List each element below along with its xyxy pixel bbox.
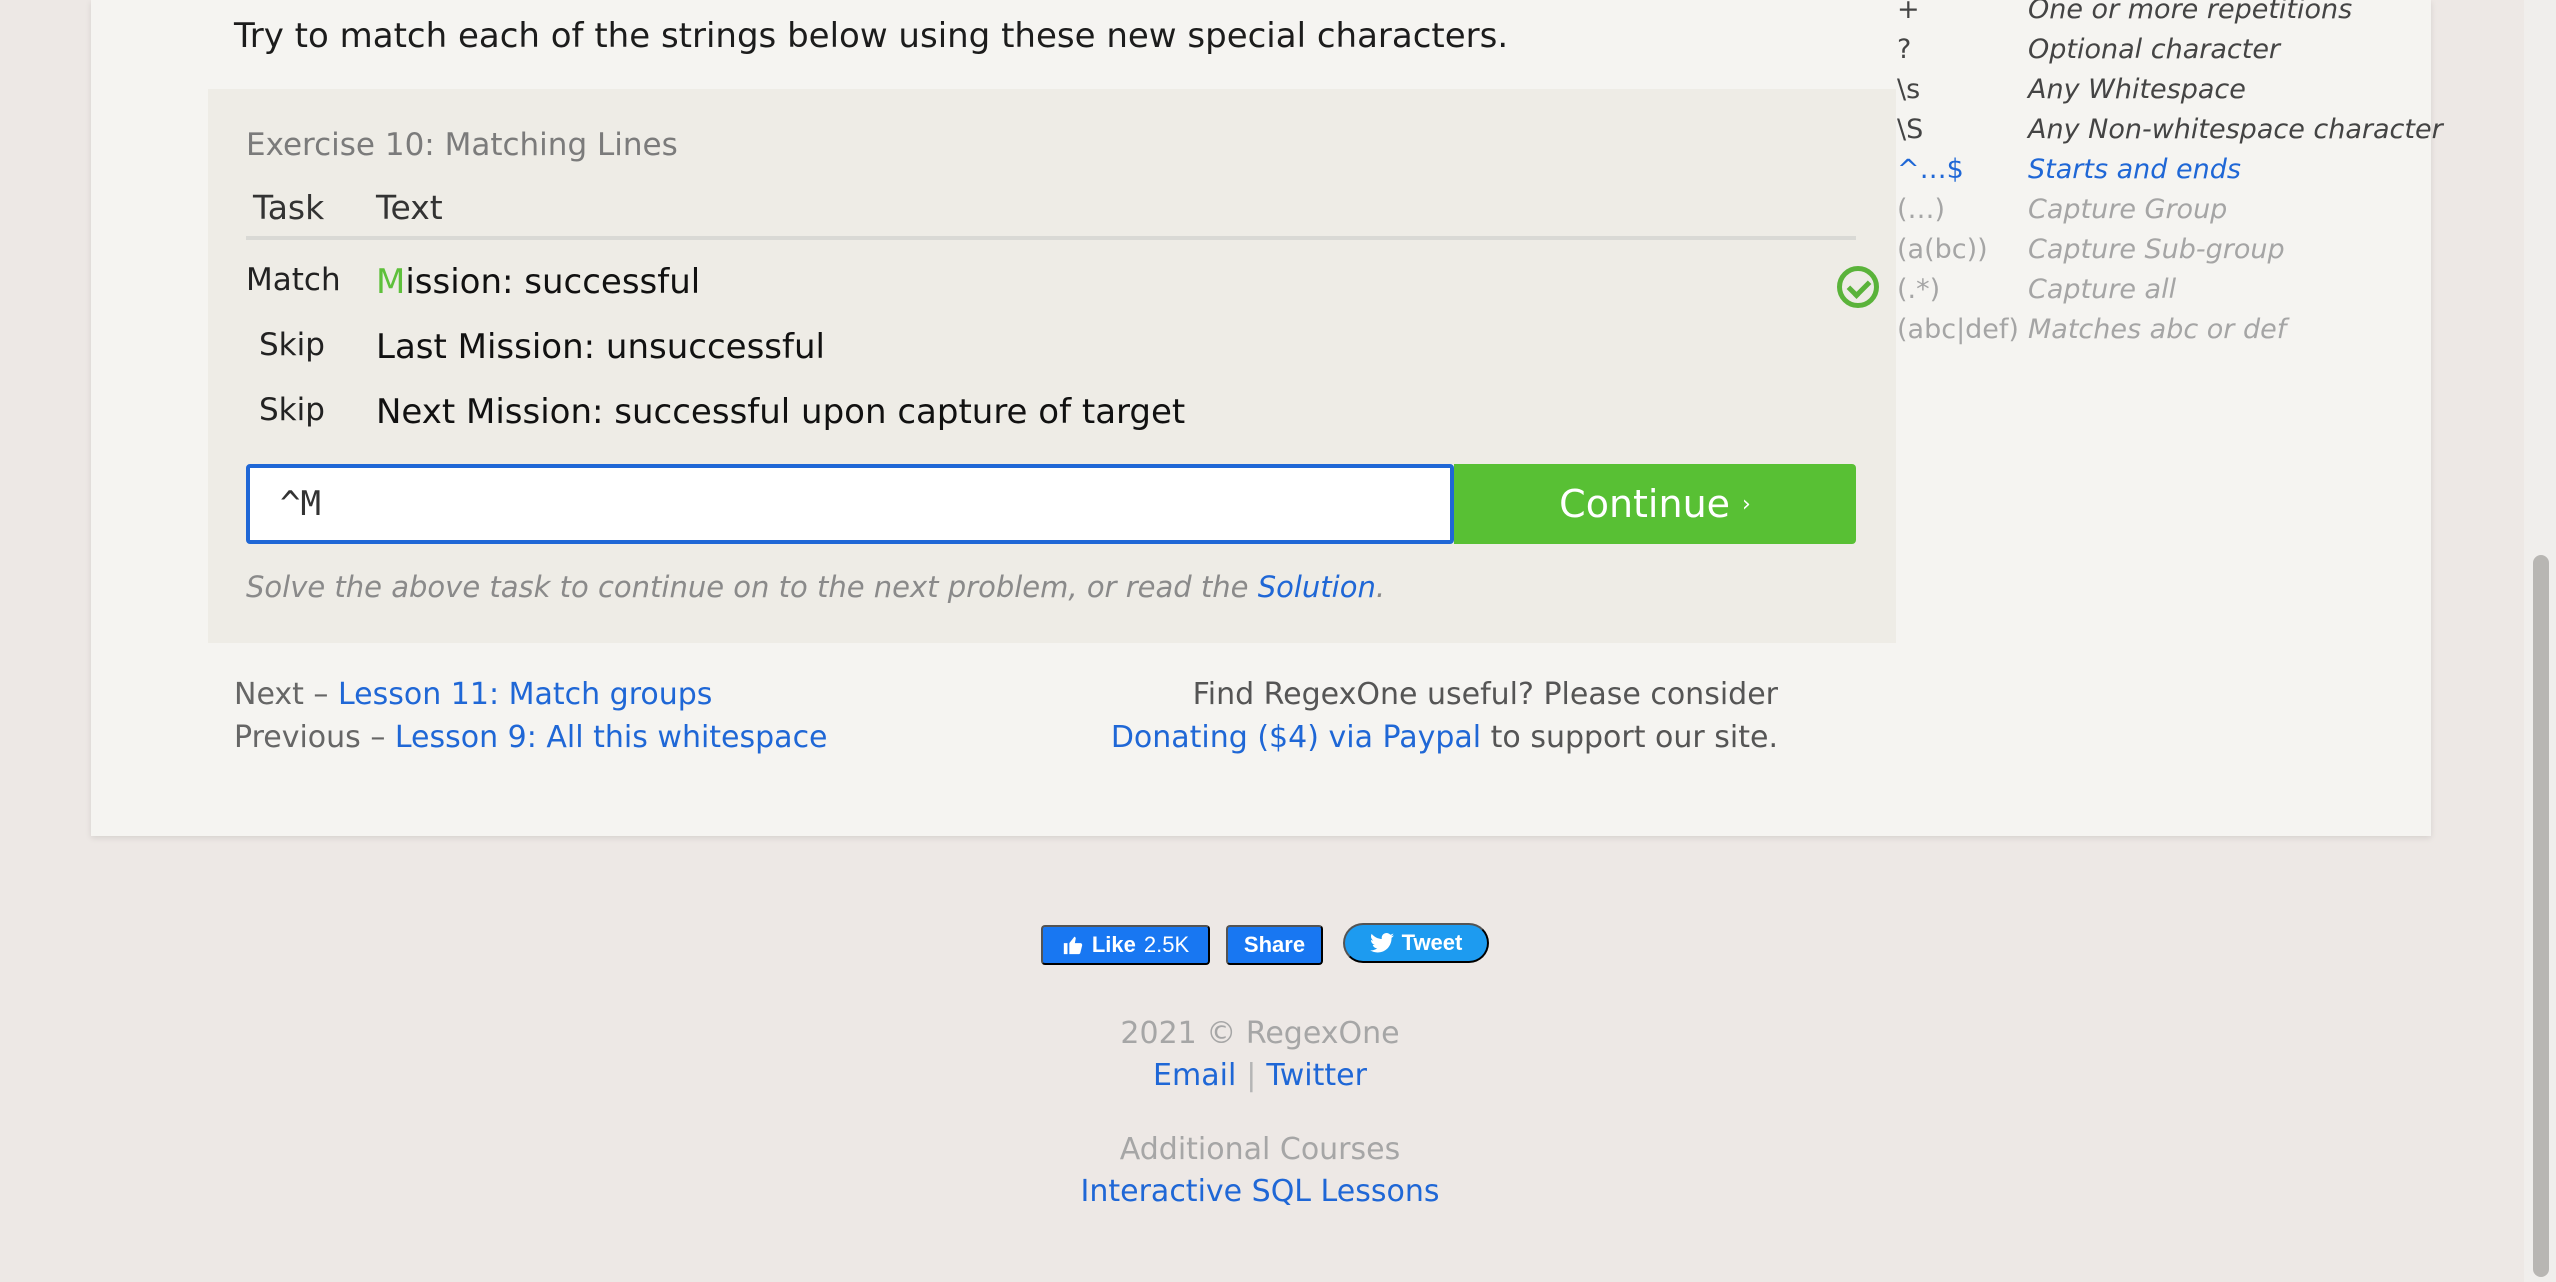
like-label: Like bbox=[1091, 932, 1136, 957]
task-column-header: Task bbox=[253, 188, 325, 227]
previous-prefix: Previous – bbox=[234, 720, 395, 755]
row-text: Next Mission: successful upon capture of… bbox=[376, 392, 1186, 432]
row-text: Last Mission: unsuccessful bbox=[376, 327, 825, 367]
chevron-right-icon: › bbox=[1742, 491, 1751, 517]
cheatsheet-desc: Any Whitespace bbox=[2028, 74, 2246, 105]
cheatsheet-symbol: (…) bbox=[1897, 194, 1946, 225]
exercise-panel: Exercise 10: Matching Lines Task Text Ma… bbox=[208, 89, 1896, 643]
exercise-title: Exercise 10: Matching Lines bbox=[246, 127, 678, 163]
check-circle-icon bbox=[1837, 266, 1879, 308]
scrollbar-thumb[interactable] bbox=[2533, 555, 2549, 1277]
cheatsheet-symbol: ^…$ bbox=[1897, 154, 1964, 185]
regex-input[interactable] bbox=[250, 468, 1450, 540]
sql-lessons-link[interactable]: Interactive SQL Lessons bbox=[1081, 1174, 1440, 1209]
cheatsheet-symbol: (.*) bbox=[1897, 274, 1941, 305]
cheatsheet-item[interactable]: (…) Capture Group bbox=[1897, 194, 2437, 234]
cheatsheet-item[interactable]: (a(bc)) Capture Sub-group bbox=[1897, 234, 2437, 274]
support-line-2: Donating ($4) via Paypal to support our … bbox=[778, 720, 1778, 755]
cheatsheet-desc: Optional character bbox=[2028, 34, 2281, 65]
cheatsheet-item[interactable]: ? Optional character bbox=[1897, 34, 2437, 74]
task-label: Match bbox=[246, 262, 341, 298]
row-text-rest: ission: successful bbox=[405, 262, 701, 302]
regex-cheatsheet: + One or more repetitions ? Optional chara… bbox=[1897, 0, 2443, 354]
cheatsheet-symbol: + bbox=[1897, 0, 1920, 25]
cheatsheet-symbol: (a(bc)) bbox=[1897, 234, 1988, 265]
exercise-row: Skip Next Mission: successful upon captu… bbox=[246, 392, 1856, 452]
regex-input-wrapper[interactable] bbox=[246, 464, 1454, 544]
share-label: Share bbox=[1243, 932, 1306, 957]
exercise-table-header: Task Text bbox=[246, 188, 1856, 240]
matched-highlight: M bbox=[376, 262, 406, 302]
cheatsheet-desc: Capture Sub-group bbox=[2028, 234, 2285, 265]
footer-links: Email | Twitter bbox=[0, 1058, 2520, 1093]
facebook-like-button[interactable]: Like 2.5K bbox=[1041, 925, 1210, 965]
continue-label: Continue bbox=[1559, 482, 1731, 526]
solution-link[interactable]: Solution bbox=[1258, 570, 1376, 604]
previous-lesson-link[interactable]: Lesson 9: All this whitespace bbox=[395, 720, 828, 755]
tweet-button[interactable]: Tweet bbox=[1343, 923, 1489, 963]
next-lesson-nav: Next – Lesson 11: Match groups bbox=[234, 677, 712, 712]
hint-suffix: . bbox=[1375, 570, 1386, 604]
hint-text: Solve the above task to continue on to t… bbox=[246, 570, 1385, 604]
task-label: Skip bbox=[259, 392, 325, 428]
cheatsheet-item[interactable]: + One or more repetitions bbox=[1897, 0, 2437, 34]
cheatsheet-desc: Starts and ends bbox=[2028, 154, 2241, 185]
intro-text: Try to match each of the strings below u… bbox=[234, 16, 1509, 56]
sql-lessons-row: Interactive SQL Lessons bbox=[0, 1174, 2520, 1209]
previous-lesson-nav: Previous – Lesson 9: All this whitespace bbox=[234, 720, 828, 755]
cheatsheet-desc: One or more repetitions bbox=[2028, 0, 2353, 25]
twitter-link[interactable]: Twitter bbox=[1266, 1058, 1367, 1093]
row-text: Mission: successful bbox=[376, 262, 700, 302]
continue-button[interactable]: Continue › bbox=[1454, 464, 1856, 544]
thumbs-up-icon bbox=[1063, 936, 1083, 955]
cheatsheet-desc: Any Non-whitespace character bbox=[2028, 114, 2443, 145]
like-count: 2.5K bbox=[1143, 932, 1190, 957]
cheatsheet-symbol: (abc|def) bbox=[1897, 314, 2019, 345]
cheatsheet-desc: Matches abc or def bbox=[2028, 314, 2287, 345]
cheatsheet-item-active[interactable]: ^…$ Starts and ends bbox=[1897, 154, 2437, 194]
additional-courses-heading: Additional Courses bbox=[1119, 1132, 1401, 1167]
exercise-row: Skip Last Mission: unsuccessful bbox=[246, 327, 1856, 387]
twitter-bird-icon bbox=[1369, 933, 1394, 953]
next-prefix: Next – bbox=[234, 677, 338, 712]
tweet-label: Tweet bbox=[1401, 930, 1463, 955]
cheatsheet-symbol: \S bbox=[1897, 114, 1924, 145]
copyright: 2021 © RegexOne bbox=[1120, 1016, 1400, 1051]
cheatsheet-symbol: ? bbox=[1897, 34, 1912, 65]
facebook-share-button[interactable]: Share bbox=[1226, 925, 1323, 965]
text-column-header: Text bbox=[376, 188, 443, 227]
next-lesson-link[interactable]: Lesson 11: Match groups bbox=[338, 677, 712, 712]
donate-link[interactable]: Donating ($4) via Paypal bbox=[1111, 720, 1481, 755]
cheatsheet-desc: Capture all bbox=[2028, 274, 2177, 305]
task-label: Skip bbox=[259, 327, 325, 363]
cheatsheet-item[interactable]: (abc|def) Matches abc or def bbox=[1897, 314, 2437, 354]
email-link[interactable]: Email bbox=[1153, 1058, 1236, 1093]
cheatsheet-desc: Capture Group bbox=[2028, 194, 2228, 225]
cheatsheet-item[interactable]: (.*) Capture all bbox=[1897, 274, 2437, 314]
hint-prefix: Solve the above task to continue on to t… bbox=[246, 570, 1258, 604]
footer-separator: | bbox=[1246, 1058, 1257, 1093]
support-suffix: to support our site. bbox=[1481, 720, 1778, 755]
cheatsheet-item[interactable]: \s Any Whitespace bbox=[1897, 74, 2437, 114]
exercise-row: Match Mission: successful bbox=[246, 262, 1879, 322]
cheatsheet-item[interactable]: \S Any Non-whitespace character bbox=[1897, 114, 2443, 154]
support-line-1: Find RegexOne useful? Please consider bbox=[1192, 677, 1778, 712]
cheatsheet-symbol: \s bbox=[1897, 74, 1921, 105]
